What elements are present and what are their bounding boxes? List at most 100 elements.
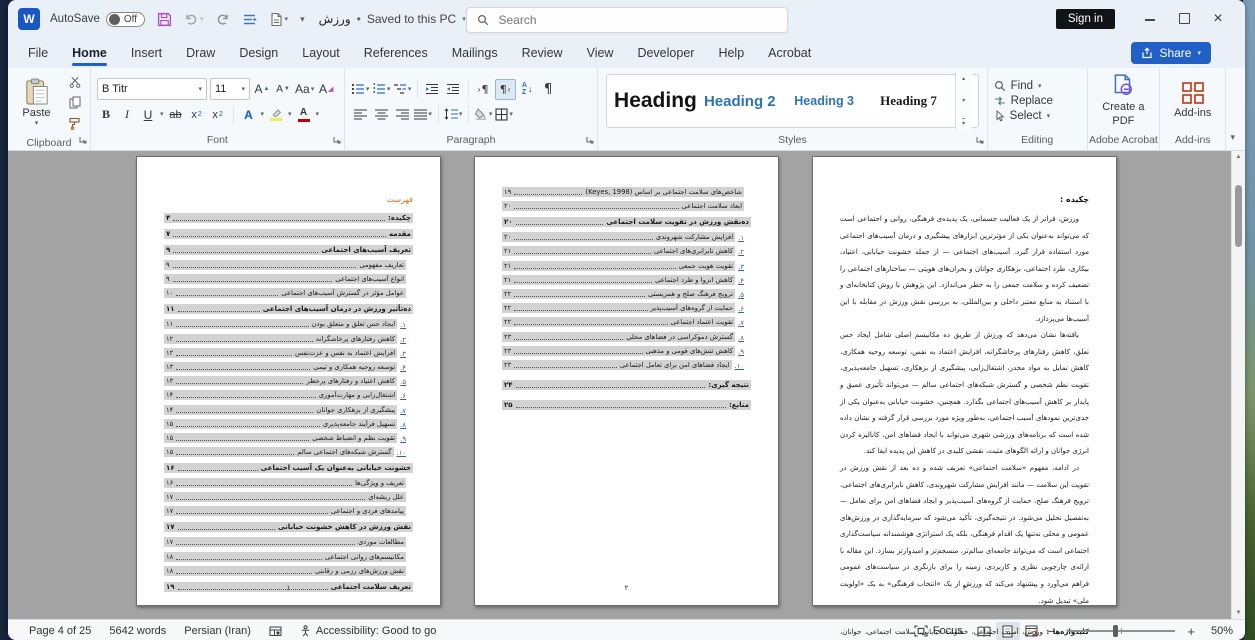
toc-entry[interactable]: ۱.ایجاد حس تعلق و متعلق بودن۱۱ — [164, 319, 413, 329]
toc-entry[interactable]: ۱.افزایش مشارکت شهروندی۲۰ — [502, 232, 751, 242]
minimize-button[interactable] — [1133, 12, 1167, 27]
accessibility-status[interactable]: Accessibility: Good to go — [291, 625, 445, 637]
bullets-button[interactable]: ▾ — [351, 80, 370, 99]
toc-entry[interactable]: ۹.کاهش تنش‌های قومی و مذهبی۲۳ — [502, 346, 751, 356]
font-color-button[interactable]: A — [295, 105, 313, 124]
vertical-scrollbar[interactable]: ▲ ▼ — [1231, 151, 1245, 619]
customize-qat-icon[interactable]: ▾ — [300, 15, 305, 24]
toc-entry[interactable]: نقش ورزش‌های رزمی و رقابتی۱۸ — [164, 566, 413, 576]
toc-entry[interactable]: عوامل مؤثر در گسترش آسیب‌های اجتماعی۱۰ — [164, 288, 413, 298]
menu-tab-references[interactable]: References — [352, 40, 440, 66]
search-box[interactable] — [466, 7, 788, 33]
copy-button[interactable] — [65, 93, 84, 112]
scroll-down-icon[interactable]: ▼ — [1232, 610, 1245, 616]
align-left-button[interactable] — [351, 105, 370, 124]
toc-entry[interactable]: ۷.تقویت اعتماد اجتماعی۲۲ — [502, 317, 751, 327]
page-indicator[interactable]: Page 4 of 25 — [20, 625, 100, 637]
toc-entry[interactable]: نتیجه گیری:۲۴ — [502, 380, 751, 390]
gallery-up-icon[interactable]: ▴ — [962, 75, 965, 82]
justify-button[interactable]: ▾ — [414, 105, 433, 124]
redo-button[interactable] — [216, 12, 230, 26]
increase-indent-button[interactable] — [444, 80, 463, 99]
italic-button[interactable]: I — [118, 105, 136, 124]
autosave-toggle[interactable]: Off — [106, 12, 145, 27]
ltr-direction-button[interactable]: ›¶ — [474, 80, 493, 99]
toc-entry[interactable]: مطالعات موردی۱۷ — [164, 537, 413, 547]
toc-entry[interactable]: ۲.کاهش رفتارهای پرخاشگرانه۱۲ — [164, 334, 413, 344]
shrink-font-button[interactable]: A▼ — [274, 80, 292, 99]
abstract-paragraph[interactable]: یافته‌ها نشان می‌دهد که ورزش از طریق ده … — [840, 327, 1089, 460]
collapse-ribbon-button[interactable]: ▾ — [1226, 68, 1245, 150]
toc-entry[interactable]: ابعاد سلامت اجتماعی۲۰ — [502, 201, 751, 211]
menu-tab-home[interactable]: Home — [60, 40, 119, 66]
toc-entry[interactable]: ۱۰.ایجاد فضاهای امن برای تعامل اجتماعی۲۳ — [502, 360, 751, 370]
undo-button[interactable]: ▾ — [184, 12, 204, 26]
scroll-up-icon[interactable]: ▲ — [1232, 154, 1245, 160]
style-preview-heading-7[interactable]: Heading 7 — [866, 93, 950, 109]
highlight-dropdown-icon[interactable]: ▾ — [288, 111, 292, 118]
align-center-button[interactable] — [372, 105, 391, 124]
macro-recording-button[interactable] — [260, 625, 291, 637]
toc-entry[interactable]: علل ریشه‌ای۱۷ — [164, 492, 413, 502]
toc-entry[interactable]: تعریف آسیب‌های اجتماعی۹ — [164, 245, 413, 255]
underline-button[interactable]: U — [139, 105, 157, 124]
toc-entry[interactable]: ۹.تقویت نظم و انضباط شخصی۱۵ — [164, 433, 413, 443]
document-page-toc-2[interactable]: شاخص‌های سلامت اجتماعی بر اساس (Keyes, 1… — [474, 156, 779, 606]
toc-entry[interactable]: ده‌نقش ورزش در تقویت سلامت اجتماعی۲۰ — [502, 217, 751, 227]
menu-tab-draw[interactable]: Draw — [174, 40, 227, 66]
menu-tab-mailings[interactable]: Mailings — [440, 40, 510, 66]
search-input[interactable] — [497, 12, 741, 28]
toc-entry[interactable]: ۴.کاهش انزوا و طرد اجتماعی۲۱ — [502, 275, 751, 285]
shading-button[interactable]: ▾ — [474, 105, 493, 124]
reading-order-button[interactable] — [242, 13, 258, 26]
grow-font-button[interactable]: A▲ — [253, 80, 271, 99]
toc-entry[interactable]: ۸.گسترش دموکراسی در فضاهای محلی۲۳ — [502, 332, 751, 342]
toc-entry[interactable]: شاخص‌های سلامت اجتماعی بر اساس (Keyes, 1… — [502, 187, 751, 197]
zoom-slider-thumb[interactable] — [1113, 625, 1118, 637]
style-preview-heading-3[interactable]: Heading 3 — [782, 94, 866, 108]
subscript-button[interactable]: x2 — [188, 105, 206, 124]
bold-button[interactable]: B — [97, 105, 115, 124]
abstract-paragraph[interactable]: ورزش، فراتر از یک فعالیت جسمانی، یک پدید… — [840, 211, 1089, 327]
superscript-button[interactable]: x2 — [209, 105, 227, 124]
zoom-slider[interactable] — [1067, 630, 1175, 632]
toc-entry[interactable]: ده‌تأثیر ورزش در درمان آسیب‌های اجتماعی۱… — [164, 304, 413, 314]
menu-tab-help[interactable]: Help — [706, 40, 756, 66]
line-spacing-button[interactable]: ▾ — [444, 105, 463, 124]
highlight-button[interactable] — [267, 105, 285, 124]
paste-button[interactable]: Paste ▾ — [14, 78, 59, 127]
multilevel-list-button[interactable]: ▾ — [393, 80, 412, 99]
abstract-heading[interactable]: چکیده : — [840, 195, 1089, 204]
zoom-level[interactable]: 50% — [1199, 625, 1233, 637]
toc-entry[interactable]: ۶.اشتغال‌زایی و مهارت‌آموزی۱۴ — [164, 390, 413, 400]
toc-entry[interactable]: ۲.کاهش نابرابری‌های اجتماعی۲۱ — [502, 246, 751, 256]
menu-tab-acrobat[interactable]: Acrobat — [756, 40, 823, 66]
styles-dialog-launcher[interactable] — [976, 135, 984, 147]
decrease-indent-button[interactable] — [423, 80, 442, 99]
gallery-down-icon[interactable]: ▾ — [962, 97, 965, 104]
menu-tab-review[interactable]: Review — [510, 40, 575, 66]
menu-tab-file[interactable]: File — [16, 40, 60, 66]
font-dialog-launcher[interactable] — [333, 135, 341, 147]
numbering-button[interactable]: ▾ — [372, 80, 391, 99]
underline-dropdown-icon[interactable]: ▾ — [160, 111, 164, 118]
document-title[interactable]: ورزش • Saved to this PC ▾ — [319, 12, 466, 26]
select-button[interactable]: Select▾ — [994, 110, 1053, 122]
word-app-icon[interactable]: W — [18, 8, 40, 30]
document-page-abstract[interactable]: چکیده : ورزش، فراتر از یک فعالیت جسمانی،… — [812, 156, 1117, 606]
menu-tab-insert[interactable]: Insert — [119, 40, 174, 66]
rtl-direction-button[interactable]: ¶‹ — [495, 79, 516, 100]
addins-button[interactable]: Add-ins — [1166, 81, 1219, 121]
toc-entry[interactable]: ۴.توسعه روحیه همکاری و تیمی۱۳ — [164, 362, 413, 372]
cut-button[interactable] — [65, 72, 84, 91]
menu-tab-design[interactable]: Design — [227, 40, 290, 66]
show-formatting-marks-button[interactable]: ¶ — [539, 80, 558, 99]
font-name-combo[interactable]: B Titr▾ — [97, 78, 207, 100]
language-indicator[interactable]: Persian (Iran) — [175, 625, 260, 637]
close-button[interactable]: × — [1201, 10, 1235, 28]
sign-in-button[interactable]: Sign in — [1056, 9, 1115, 29]
menu-tab-developer[interactable]: Developer — [625, 40, 706, 66]
menu-tab-layout[interactable]: Layout — [290, 40, 352, 66]
save-button[interactable] — [157, 12, 172, 27]
toc-entry[interactable]: منابع:۲۵ — [502, 400, 751, 410]
